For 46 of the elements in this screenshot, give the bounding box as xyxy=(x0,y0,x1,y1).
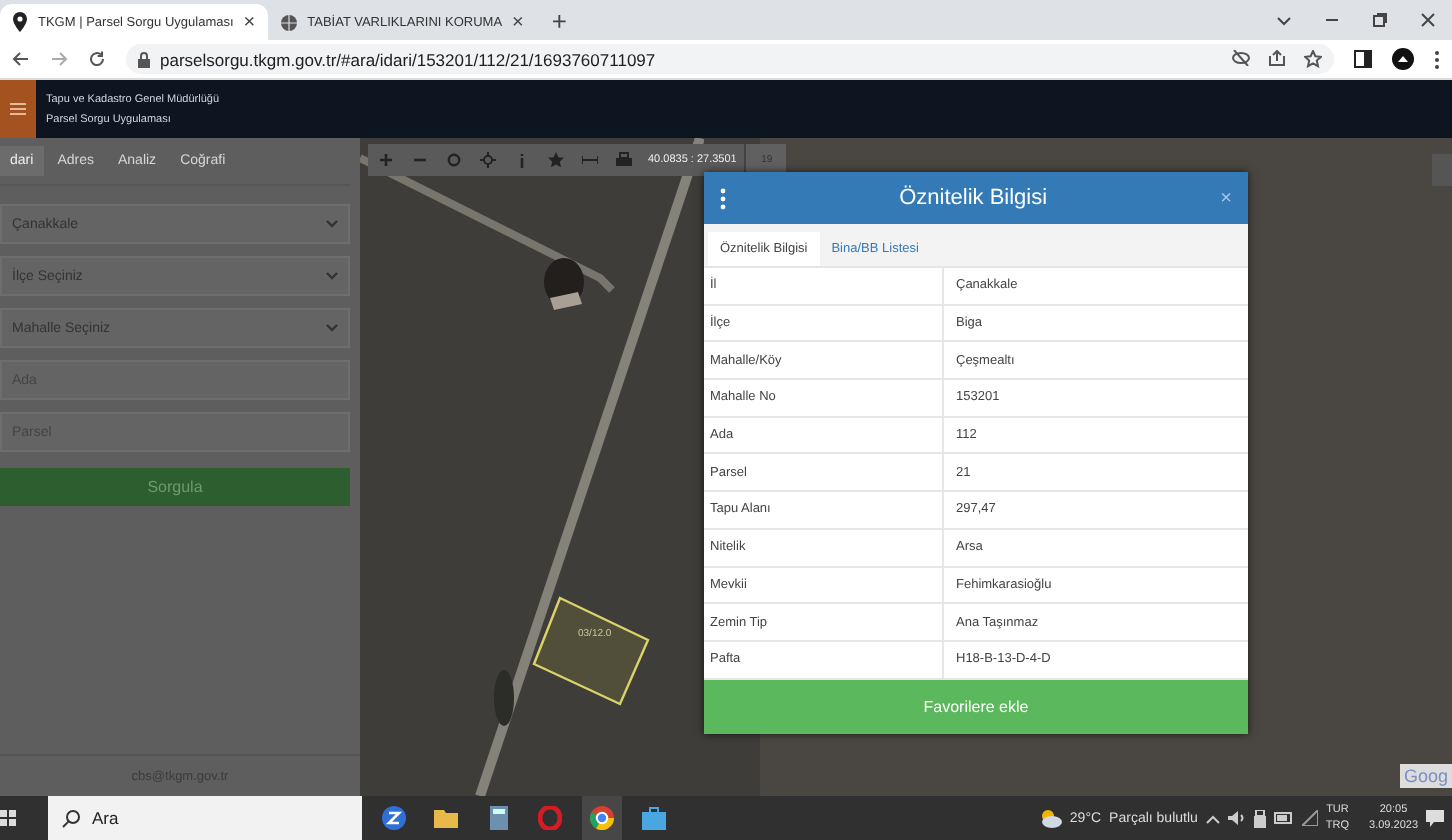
reload-icon[interactable] xyxy=(88,50,106,68)
restore-icon[interactable] xyxy=(1372,12,1388,28)
add-favorites-button[interactable]: Favorilere ekle xyxy=(704,679,1248,734)
close-icon[interactable] xyxy=(1420,12,1436,28)
menu-icon xyxy=(10,102,26,116)
menu-button[interactable] xyxy=(0,80,36,138)
start-icon[interactable] xyxy=(0,810,16,826)
chevron-down-icon xyxy=(326,324,338,332)
search-icon xyxy=(62,809,80,827)
side-panel-icon[interactable] xyxy=(1354,50,1372,68)
close-button[interactable]: × xyxy=(1220,187,1232,209)
star-icon[interactable] xyxy=(547,152,563,168)
new-tab-button[interactable]: + xyxy=(535,5,583,35)
store-bag-icon[interactable] xyxy=(642,806,666,830)
browser-icon[interactable] xyxy=(590,806,614,830)
address-bar[interactable]: parselsorgu.tkgm.gov.tr/#ara/idari/153201/112/21/1693760711097 xyxy=(126,44,1334,74)
z-app-icon[interactable] xyxy=(382,806,406,830)
taskbar-search-field[interactable]: Ara xyxy=(48,796,362,840)
eye-slash-icon[interactable] xyxy=(1232,50,1250,66)
close-tab-button[interactable]: × xyxy=(243,11,256,33)
signal-icon[interactable] xyxy=(1301,810,1318,826)
ring-icon[interactable] xyxy=(538,806,562,830)
lock-icon xyxy=(138,51,150,67)
notification-icon[interactable] xyxy=(1426,809,1444,827)
map-pin-icon xyxy=(12,12,28,32)
chevron-down-icon xyxy=(326,220,338,228)
back-icon[interactable] xyxy=(12,50,30,68)
map-attribution: Goog xyxy=(1399,764,1452,788)
weather-icon xyxy=(1037,808,1062,828)
chevron-down-icon xyxy=(326,272,338,280)
share-icon[interactable] xyxy=(1268,50,1286,66)
calculator-icon[interactable] xyxy=(489,806,507,830)
battery-icon[interactable] xyxy=(1273,812,1294,824)
more-icon[interactable] xyxy=(1434,49,1440,69)
speaker-icon[interactable] xyxy=(1227,810,1246,826)
more-icon[interactable] xyxy=(720,187,726,209)
dialog-title: Öznitelik Bilgisi xyxy=(897,186,1050,210)
caret-up-icon[interactable] xyxy=(1205,813,1220,823)
globe-icon xyxy=(279,13,298,31)
parcel-outline[interactable] xyxy=(532,596,652,706)
star-icon[interactable] xyxy=(1304,50,1322,68)
close-tab-button[interactable]: × xyxy=(512,11,524,33)
avatar-icon[interactable] xyxy=(1392,48,1414,70)
folder-icon[interactable] xyxy=(434,808,458,828)
usb-icon[interactable] xyxy=(1253,809,1266,827)
chevron-down-icon[interactable] xyxy=(1276,12,1292,28)
